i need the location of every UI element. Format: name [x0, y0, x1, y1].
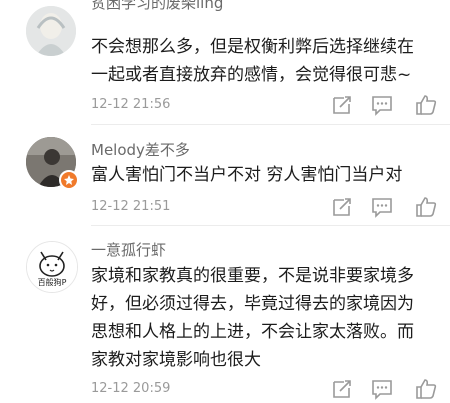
- avatar-caption: 百般狗P: [37, 278, 67, 287]
- username[interactable]: 一意孤行虾: [91, 239, 166, 260]
- comment-meta: 12-12 20:59: [91, 378, 441, 402]
- avatar[interactable]: 百般狗P: [26, 241, 78, 293]
- forward-icon[interactable]: [331, 196, 353, 218]
- username[interactable]: 贫困学习的废柴ling: [91, 0, 223, 13]
- avatar-badge-icon: [59, 170, 79, 190]
- comment-line: 好，但必须过得去，毕竟过得去的家境因为: [91, 294, 414, 314]
- comment-icon[interactable]: [371, 94, 393, 116]
- comment-line: 思想和人格上的上进，不会让家太落败。而: [91, 322, 414, 342]
- forward-icon[interactable]: [331, 94, 353, 116]
- timestamp: 12-12 21:56: [91, 97, 171, 112]
- like-icon[interactable]: [415, 378, 437, 400]
- comment-icon[interactable]: [371, 378, 393, 400]
- comment-line: 富人害怕门不当户不对 穷人害怕门当户对: [91, 165, 403, 185]
- timestamp: 12-12 20:59: [91, 381, 171, 396]
- comment-list: 贫困学习的废柴ling 不会想那么多，但是权衡利弊后选择继续在 一起或者直接放弃…: [0, 0, 450, 403]
- comment-text: 不会想那么多，但是权衡利弊后选择继续在 一起或者直接放弃的感情，会觉得很可悲~: [91, 33, 441, 89]
- comment-item: 贫困学习的废柴ling 不会想那么多，但是权衡利弊后选择继续在 一起或者直接放弃…: [0, 0, 450, 125]
- comment-line: 家境和家教真的很重要，不是说非要家境多: [91, 266, 414, 286]
- comment-text: 富人害怕门不当户不对 穷人害怕门当户对: [91, 161, 441, 189]
- forward-icon[interactable]: [331, 378, 353, 400]
- comment-item: Melody差不多 富人害怕门不当户不对 穷人害怕门当户对 12-12 21:5…: [0, 125, 450, 226]
- comment-meta: 12-12 21:56: [91, 94, 441, 118]
- like-icon[interactable]: [415, 196, 437, 218]
- comment-line: 家教对家境影响也很大: [91, 350, 261, 370]
- comment-line: 不会想那么多，但是权衡利弊后选择继续在: [91, 37, 414, 57]
- like-icon[interactable]: [415, 94, 437, 116]
- comment-line: 一起或者直接放弃的感情，会觉得很可悲~: [91, 65, 412, 85]
- username[interactable]: Melody差不多: [91, 139, 190, 160]
- comment-text: 家境和家教真的很重要，不是说非要家境多 好，但必须过得去，毕竟过得去的家境因为 …: [91, 262, 441, 374]
- timestamp: 12-12 21:51: [91, 199, 171, 214]
- comment-icon[interactable]: [371, 196, 393, 218]
- avatar[interactable]: [26, 6, 76, 56]
- comment-item: 百般狗P 一意孤行虾 家境和家教真的很重要，不是说非要家境多 好，但必须过得去，…: [0, 225, 450, 403]
- comment-meta: 12-12 21:51: [91, 196, 441, 220]
